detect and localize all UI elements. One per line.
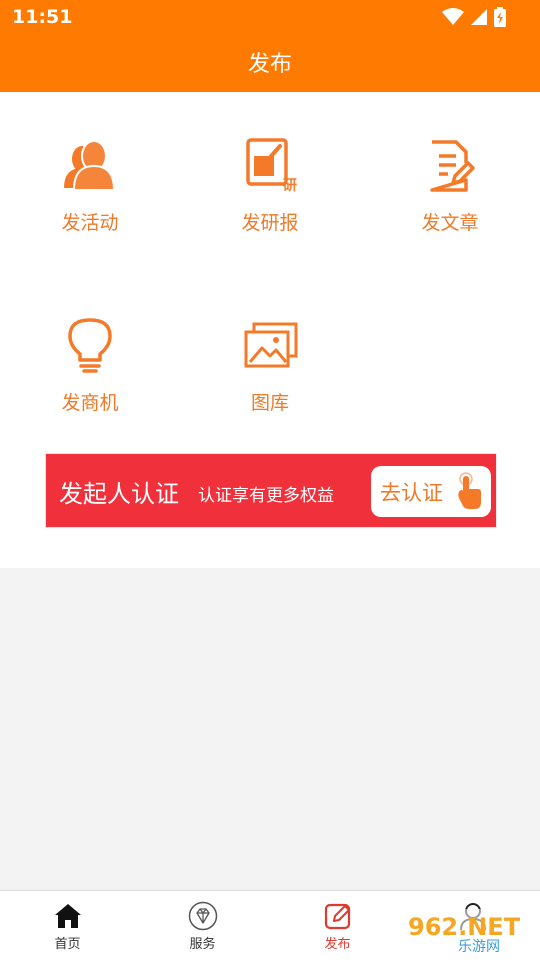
publish-opportunity-button[interactable]: 发商机 <box>0 316 180 415</box>
status-bar: 11:51 <box>0 0 540 34</box>
publish-panel: 发活动 研 发研报 发文章 发商机 图库 发起人认证 认证享有更多权益 去认证 <box>0 92 540 568</box>
signal-icon <box>471 9 487 25</box>
people-icon <box>64 140 116 191</box>
article-icon <box>430 140 475 192</box>
tab-home[interactable]: 首页 <box>0 891 135 960</box>
page-title: 发布 <box>247 52 292 77</box>
watermark-brand: 962.NET <box>408 913 521 941</box>
report-icon: 研 <box>246 138 297 194</box>
founder-verification-banner[interactable]: 发起人认证 认证享有更多权益 去认证 <box>45 453 497 528</box>
publish-article-button[interactable]: 发文章 <box>360 136 540 235</box>
publish-activity-button[interactable]: 发活动 <box>0 136 180 235</box>
tab-publish-label: 发布 <box>324 937 351 952</box>
banner-title: 发起人认证 <box>59 480 179 508</box>
publish-report-label: 发研报 <box>241 212 299 234</box>
app-header: 11:51 发布 <box>0 0 540 92</box>
tab-services[interactable]: 服务 <box>135 891 270 960</box>
report-icon-tag: 研 <box>283 178 297 194</box>
wifi-icon <box>442 8 464 25</box>
banner-subtitle: 认证享有更多权益 <box>198 486 334 506</box>
tab-publish[interactable]: 发布 <box>270 891 405 960</box>
status-icons <box>442 7 506 27</box>
diamond-icon <box>188 901 217 931</box>
publish-report-button[interactable]: 研 发研报 <box>180 136 360 235</box>
pointing-hand-icon <box>458 472 481 509</box>
go-verify-button[interactable]: 去认证 <box>371 466 491 517</box>
gallery-button[interactable]: 图库 <box>180 316 360 415</box>
publish-activity-label: 发活动 <box>61 212 119 234</box>
gallery-icon <box>244 322 298 368</box>
tab-services-label: 服务 <box>189 937 216 952</box>
tab-home-label: 首页 <box>54 937 81 952</box>
home-icon <box>54 904 81 928</box>
edit-icon <box>324 903 350 930</box>
site-watermark: 962.NET 乐游网 <box>402 909 534 955</box>
gallery-label: 图库 <box>250 392 289 414</box>
battery-icon <box>494 7 506 27</box>
watermark-site: 乐游网 <box>458 939 500 955</box>
lightbulb-icon <box>68 318 112 373</box>
status-time: 11:51 <box>12 6 73 28</box>
publish-opportunity-label: 发商机 <box>61 392 119 414</box>
publish-article-label: 发文章 <box>421 212 479 234</box>
go-verify-label: 去认证 <box>380 481 443 505</box>
